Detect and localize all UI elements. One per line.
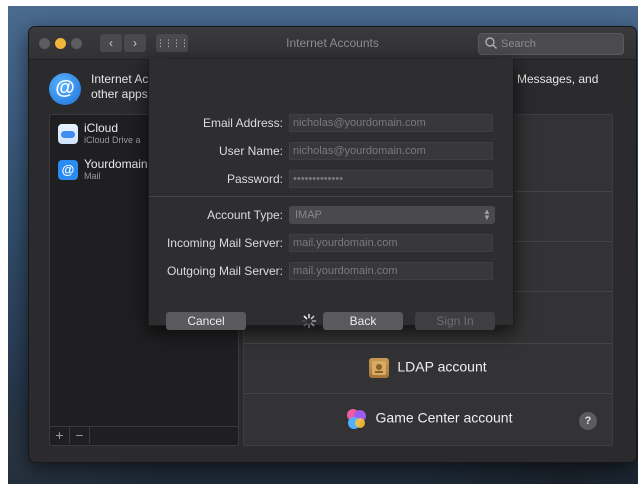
header-description-tail: Messages, and bbox=[517, 72, 599, 86]
add-account-button[interactable]: + bbox=[50, 427, 70, 444]
account-type-select[interactable]: IMAP ▲ ▼ bbox=[289, 206, 495, 224]
updown-chevron-icon: ▲ ▼ bbox=[483, 207, 491, 222]
search-field[interactable] bbox=[478, 33, 624, 55]
ldap-icon bbox=[369, 358, 390, 378]
title-bar: ‹ › ⋮⋮⋮⋮ Internet Accounts bbox=[29, 27, 636, 60]
search-icon bbox=[485, 37, 497, 49]
outgoing-server-field[interactable] bbox=[289, 262, 493, 280]
provider-ldap-label: LDAP account bbox=[397, 358, 487, 375]
provider-row-game-center[interactable]: Game Center account bbox=[244, 393, 612, 444]
sheet-divider bbox=[149, 196, 513, 197]
account-subtitle: Mail bbox=[84, 171, 101, 181]
password-field[interactable]: ••••••••••••• bbox=[289, 170, 493, 188]
search-input[interactable] bbox=[499, 35, 621, 53]
outgoing-server-label: Outgoing Mail Server: bbox=[166, 264, 283, 278]
icloud-icon bbox=[58, 124, 78, 144]
account-list-footer: + − bbox=[50, 426, 238, 445]
user-name-field[interactable] bbox=[289, 142, 493, 160]
loading-spinner-icon bbox=[301, 313, 317, 329]
user-name-label: User Name: bbox=[218, 144, 283, 158]
incoming-server-field[interactable] bbox=[289, 234, 493, 252]
provider-row-ldap[interactable]: LDAP account bbox=[244, 343, 612, 394]
account-subtitle: iCloud Drive a bbox=[84, 135, 141, 145]
account-title: iCloud bbox=[84, 121, 119, 135]
account-type-label: Account Type: bbox=[207, 208, 283, 222]
email-address-field[interactable] bbox=[289, 114, 493, 132]
cancel-button[interactable]: Cancel bbox=[166, 312, 246, 330]
provider-ldap: LDAP account bbox=[244, 358, 612, 378]
email-address-label: Email Address: bbox=[202, 116, 283, 130]
remove-account-button[interactable]: − bbox=[70, 427, 90, 444]
internet-accounts-icon: @ bbox=[49, 73, 81, 105]
internet-accounts-window: ‹ › ⋮⋮⋮⋮ Internet Accounts @ Internet Ac… bbox=[29, 27, 636, 462]
add-mail-account-sheet: Email Address: User Name: Password: ••••… bbox=[148, 59, 514, 330]
mail-at-icon: @ bbox=[58, 160, 78, 180]
desktop-wallpaper: ‹ › ⋮⋮⋮⋮ Internet Accounts @ Internet Ac… bbox=[8, 6, 638, 484]
provider-game-center-label: Game Center account bbox=[375, 409, 513, 426]
help-button[interactable]: ? bbox=[579, 412, 597, 430]
password-label: Password: bbox=[226, 172, 283, 186]
account-type-value: IMAP bbox=[295, 209, 322, 221]
account-title: Yourdomain bbox=[84, 157, 148, 171]
back-button[interactable]: Back bbox=[323, 312, 403, 330]
provider-game-center: Game Center account bbox=[244, 407, 612, 431]
incoming-server-label: Incoming Mail Server: bbox=[166, 236, 283, 250]
game-center-icon bbox=[344, 407, 368, 431]
sign-in-button[interactable]: Sign In bbox=[415, 312, 495, 330]
